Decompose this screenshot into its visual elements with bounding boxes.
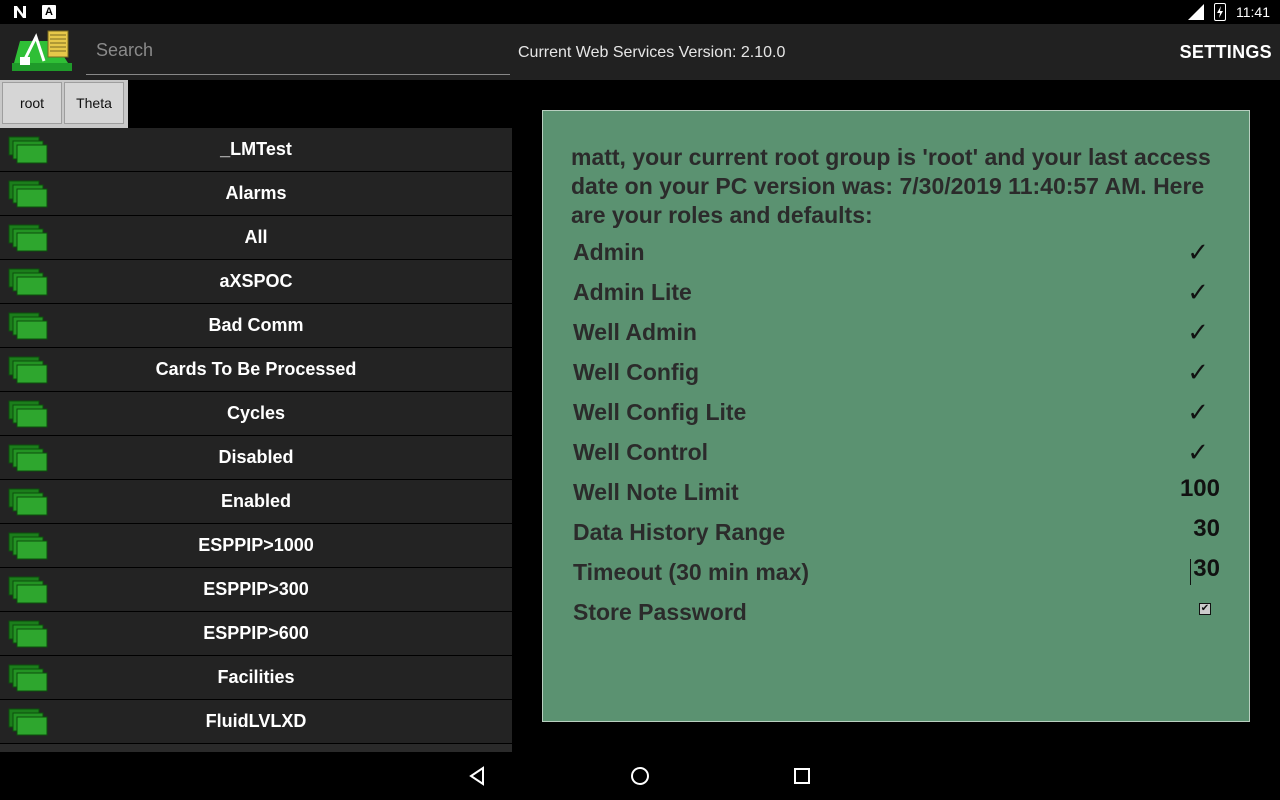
signal-icon — [1186, 4, 1204, 20]
role-name: Well Admin — [573, 319, 697, 345]
check-icon: ✓ — [1187, 237, 1209, 267]
list-item-label: All — [244, 227, 268, 247]
home-icon[interactable] — [628, 764, 652, 788]
role-row: Well Admin ✓ — [573, 317, 1223, 357]
search-field[interactable] — [86, 32, 510, 75]
list-item[interactable]: Alarms — [0, 172, 512, 216]
text-cursor — [1190, 559, 1191, 585]
list-item[interactable]: Facilities — [0, 656, 512, 700]
status-bar: A 11:41 — [0, 0, 1280, 24]
list-item-label: Cards To Be Processed — [155, 359, 357, 379]
folder-icon — [8, 488, 48, 516]
store-password-checkbox[interactable]: ✔ — [1199, 603, 1211, 615]
folder-icon — [8, 312, 48, 340]
check-icon: ✓ — [1187, 397, 1209, 427]
folder-icon — [8, 224, 48, 252]
list-item[interactable]: ESPPIP>600 — [0, 612, 512, 656]
list-item-label: ESPPIP>600 — [203, 623, 309, 643]
folder-icon — [8, 620, 48, 648]
folder-icon — [8, 268, 48, 296]
role-row: Well Note Limit 100 — [573, 475, 1223, 517]
search-input[interactable] — [86, 32, 506, 69]
role-name: Well Control — [573, 439, 709, 465]
battery-icon — [1214, 3, 1226, 21]
list-item-label: ESPPIP>300 — [203, 579, 309, 599]
folder-icon — [8, 576, 48, 604]
list-item-label: Alarms — [225, 183, 287, 203]
list-item[interactable]: Bad Comm — [0, 304, 512, 348]
role-row: Well Config Lite ✓ — [573, 397, 1223, 437]
check-icon: ✓ — [1187, 357, 1209, 387]
check-icon: ✓ — [1187, 437, 1209, 467]
version-text: Current Web Services Version: 2.10.0 — [518, 44, 786, 61]
breadcrumb: root Theta — [0, 80, 128, 128]
role-row: Store Password ✔ — [573, 597, 1223, 637]
breadcrumb-root[interactable]: root — [2, 82, 62, 124]
notification-n-icon — [12, 4, 28, 20]
list-item-label: FluidLVLXD — [205, 711, 307, 731]
role-name: Timeout (30 min max) — [573, 559, 810, 585]
roles-list: Admin ✓ Admin Lite ✓ Well Admin ✓ Well Config ✓… — [573, 237, 1223, 637]
folder-icon — [8, 532, 48, 560]
list-item-label: Enabled — [220, 491, 291, 511]
check-icon: ✓ — [1187, 317, 1209, 347]
list-item-label: Bad Comm — [208, 315, 304, 335]
breadcrumb-theta[interactable]: Theta — [64, 82, 124, 124]
role-name: Store Password — [573, 599, 747, 625]
list-item-label: aXSPOC — [219, 271, 293, 291]
role-name: Data History Range — [573, 519, 786, 545]
folder-icon — [8, 444, 48, 472]
navigation-bar — [0, 752, 1280, 800]
folder-icon — [8, 356, 48, 384]
role-name: Admin — [573, 239, 645, 265]
list-item[interactable]: _LMTest — [0, 128, 512, 172]
list-item[interactable]: aXSPOC — [0, 260, 512, 304]
recents-icon[interactable] — [790, 764, 814, 788]
role-row: Timeout (30 min max) 30 — [573, 555, 1223, 597]
role-name: Well Config — [573, 359, 700, 385]
notification-a-icon: A — [42, 5, 56, 19]
list-item[interactable]: FluidLVLXD — [0, 700, 512, 744]
folder-icon — [8, 136, 48, 164]
clock: 11:41 — [1236, 4, 1270, 20]
check-icon: ✓ — [1187, 277, 1209, 307]
list-item-label: Cycles — [226, 403, 286, 423]
role-row: Admin Lite ✓ — [573, 277, 1223, 317]
list-item-label: Disabled — [218, 447, 294, 467]
settings-button[interactable]: SETTINGS — [1180, 42, 1272, 63]
list-item[interactable]: Disabled — [0, 436, 512, 480]
list-item[interactable]: All — [0, 216, 512, 260]
group-list[interactable]: _LMTest Alarms All aXSPOC Bad Comm Cards To B… — [0, 128, 512, 752]
folder-icon — [8, 708, 48, 736]
list-item[interactable]: ESPPIP>1000 — [0, 524, 512, 568]
list-item[interactable]: Cards To Be Processed — [0, 348, 512, 392]
folder-icon — [8, 180, 48, 208]
role-value-input[interactable]: 30 — [1193, 555, 1220, 583]
role-name: Admin Lite — [573, 279, 692, 305]
list-item-label: ESPPIP>1000 — [198, 535, 314, 555]
role-row: Data History Range 30 — [573, 515, 1223, 557]
intro-text: matt, your current root group is 'root' … — [571, 144, 1211, 228]
list-item[interactable]: Cycles — [0, 392, 512, 436]
role-name: Well Config Lite — [573, 399, 747, 425]
role-name: Well Note Limit — [573, 479, 739, 505]
role-row: Admin ✓ — [573, 237, 1223, 277]
role-row: Well Config ✓ — [573, 357, 1223, 397]
list-item-label: Facilities — [217, 667, 295, 687]
folder-icon — [8, 664, 48, 692]
app-bar: Current Web Services Version: 2.10.0 SET… — [0, 24, 1280, 80]
folder-icon — [8, 400, 48, 428]
list-item[interactable]: ESPPIP>300 — [0, 568, 512, 612]
role-row: Well Control ✓ — [573, 437, 1223, 477]
app-logo — [10, 27, 74, 77]
list-item-label: _LMTest — [220, 139, 292, 159]
role-value-input[interactable]: 30 — [1193, 515, 1220, 543]
user-info-panel: matt, your current root group is 'root' … — [542, 110, 1250, 722]
list-item[interactable]: Enabled — [0, 480, 512, 524]
back-icon[interactable] — [466, 764, 490, 788]
role-value-input[interactable]: 100 — [1180, 475, 1220, 503]
